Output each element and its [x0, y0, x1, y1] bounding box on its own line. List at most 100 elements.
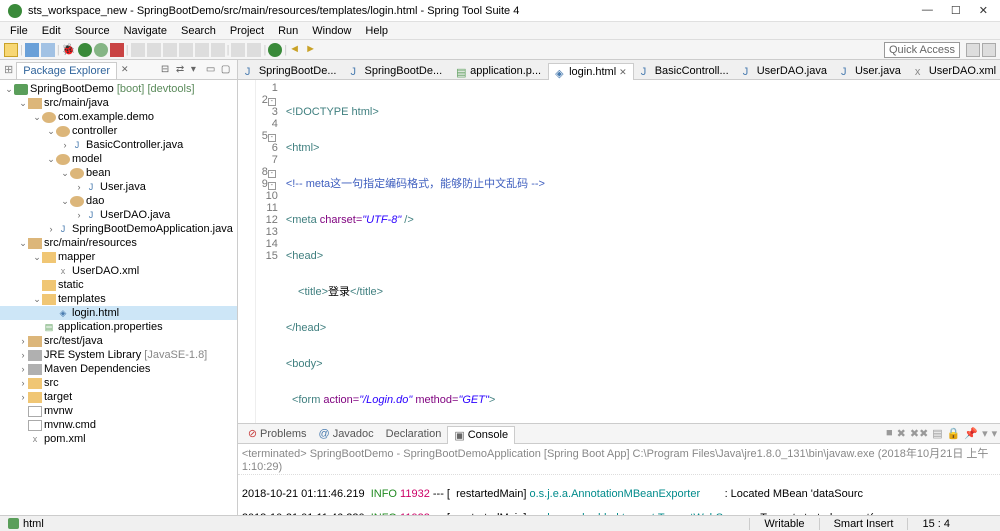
tab-declaration[interactable]: Declaration	[380, 426, 448, 442]
tab-console[interactable]: ▣Console	[447, 426, 515, 444]
editor-tab[interactable]: JUserDAO.java	[736, 62, 834, 79]
toolbar-generic-icon[interactable]	[211, 43, 225, 57]
tree-item-label[interactable]: mvnw.cmd	[44, 419, 96, 431]
project-tree[interactable]: ⌄ SpringBootDemo [boot] [devtools] ⌄ src…	[0, 80, 237, 515]
run-last-icon[interactable]	[94, 43, 108, 57]
caret-icon[interactable]: ›	[60, 140, 70, 150]
editor-tab[interactable]: JBasicControll...	[634, 62, 736, 79]
caret-icon[interactable]: ⌄	[18, 238, 28, 249]
perspective-button[interactable]	[982, 43, 996, 57]
tree-item-label[interactable]: mapper	[58, 251, 95, 263]
new-icon[interactable]	[4, 43, 18, 57]
tree-item-label[interactable]: src/main/resources	[44, 237, 137, 249]
remove-all-icon[interactable]: ✖✖	[910, 427, 928, 440]
tree-item-label[interactable]: JRE System Library [JavaSE-1.8]	[44, 349, 207, 361]
menu-file[interactable]: File	[4, 24, 34, 38]
remove-launch-icon[interactable]: ✖	[897, 427, 906, 440]
editor-tab[interactable]: ▤application.p...	[449, 62, 548, 79]
toolbar-generic-icon[interactable]	[147, 43, 161, 57]
toolbar-generic-icon[interactable]	[163, 43, 177, 57]
editor-tab[interactable]: JUser.java	[834, 62, 908, 79]
console-output[interactable]: 2018-10-21 01:11:46.219 INFO 11932 --- […	[238, 475, 1000, 515]
editor-tab[interactable]: xUserDAO.xml	[908, 62, 1000, 79]
minimize-view-icon[interactable]: ▭	[206, 64, 218, 76]
code-area[interactable]: <!DOCTYPE html> <html> <!-- meta这一句指定编码格…	[282, 80, 1000, 423]
tab-javadoc[interactable]: @Javadoc	[313, 426, 380, 442]
perspective-button[interactable]	[966, 43, 980, 57]
close-button[interactable]: ✕	[979, 4, 988, 17]
menu-navigate[interactable]: Navigate	[118, 24, 173, 38]
toolbar-generic-icon[interactable]	[195, 43, 209, 57]
toolbar-generic-icon[interactable]	[247, 43, 261, 57]
toolbar-generic-icon[interactable]	[231, 43, 245, 57]
tree-item-label[interactable]: src/test/java	[44, 335, 103, 347]
tree-item-label[interactable]: target	[44, 391, 72, 403]
caret-icon[interactable]: ›	[18, 364, 28, 374]
menu-run[interactable]: Run	[272, 24, 304, 38]
save-icon[interactable]	[25, 43, 39, 57]
save-all-icon[interactable]	[41, 43, 55, 57]
stop-icon[interactable]	[110, 43, 124, 57]
clear-console-icon[interactable]: ▤	[932, 427, 942, 440]
tree-item-label[interactable]: dao	[86, 195, 104, 207]
caret-icon[interactable]: ⌄	[32, 112, 42, 123]
relaunch-icon[interactable]	[268, 43, 282, 57]
tree-item-label[interactable]: SpringBootDemoApplication.java	[72, 223, 233, 235]
caret-icon[interactable]: ›	[46, 224, 56, 234]
tree-item-label[interactable]: controller	[72, 125, 117, 137]
maximize-button[interactable]: ☐	[951, 4, 961, 17]
caret-icon[interactable]: ⌄	[32, 294, 42, 305]
editor-tab-active[interactable]: ◈login.html✕	[548, 63, 634, 80]
display-selected-icon[interactable]: ▾	[982, 427, 988, 440]
debug-icon[interactable]: 🐞	[62, 43, 76, 57]
caret-icon[interactable]: ›	[18, 336, 28, 346]
tree-item-label[interactable]: UserDAO.java	[100, 209, 170, 221]
tree-item-label[interactable]: static	[58, 279, 84, 291]
menu-window[interactable]: Window	[306, 24, 357, 38]
scroll-lock-icon[interactable]: 🔒	[947, 427, 961, 440]
package-explorer-tab[interactable]: Package Explorer	[16, 62, 117, 79]
maximize-view-icon[interactable]: ▢	[221, 64, 233, 76]
link-editor-icon[interactable]: ⇄	[176, 64, 188, 76]
tree-root[interactable]: SpringBootDemo [boot] [devtools]	[30, 83, 195, 95]
open-console-icon[interactable]: ▾	[992, 427, 998, 440]
toolbar-generic-icon[interactable]	[179, 43, 193, 57]
tree-item-label[interactable]: com.example.demo	[58, 111, 154, 123]
editor-tab[interactable]: JSpringBootDe...	[343, 62, 449, 79]
tree-item-label[interactable]: User.java	[100, 181, 146, 193]
tree-item-label[interactable]: application.properties	[58, 321, 163, 333]
tree-item-label[interactable]: bean	[86, 167, 110, 179]
caret-icon[interactable]: ›	[18, 378, 28, 388]
back-icon[interactable]: ◄	[289, 43, 303, 57]
tree-item-label[interactable]: Maven Dependencies	[44, 363, 150, 375]
forward-icon[interactable]: ►	[305, 43, 319, 57]
tab-problems[interactable]: ⊘Problems	[242, 425, 313, 442]
close-tab-icon[interactable]: ✕	[619, 67, 627, 78]
view-menu-icon[interactable]: ▾	[191, 64, 203, 76]
menu-source[interactable]: Source	[69, 24, 116, 38]
caret-icon[interactable]: ⌄	[46, 154, 56, 165]
minimize-button[interactable]: —	[922, 4, 933, 17]
menu-project[interactable]: Project	[224, 24, 270, 38]
caret-icon[interactable]: ›	[74, 210, 84, 220]
tree-item-label[interactable]: pom.xml	[44, 433, 86, 445]
caret-icon[interactable]: ›	[18, 350, 28, 360]
tree-item-label[interactable]: src/main/java	[44, 97, 109, 109]
tree-item-label[interactable]: model	[72, 153, 102, 165]
caret-icon[interactable]: ⌄	[18, 98, 28, 109]
caret-icon[interactable]: ⌄	[32, 252, 42, 263]
editor-tab[interactable]: JSpringBootDe...	[238, 62, 344, 79]
toolbar-generic-icon[interactable]	[131, 43, 145, 57]
menu-help[interactable]: Help	[359, 24, 394, 38]
caret-icon[interactable]: ⌄	[60, 168, 70, 179]
menu-edit[interactable]: Edit	[36, 24, 67, 38]
tree-item-label[interactable]: login.html	[72, 307, 119, 319]
quick-access-input[interactable]: Quick Access	[884, 42, 960, 58]
collapse-all-icon[interactable]: ⊟	[161, 64, 173, 76]
tree-item-label[interactable]: BasicController.java	[86, 139, 183, 151]
tree-item-label[interactable]: src	[44, 377, 59, 389]
caret-icon[interactable]: ⌄	[4, 84, 14, 95]
code-editor[interactable]: 12-345-678-9-101112131415 <!DOCTYPE html…	[238, 80, 1000, 423]
tree-item-label[interactable]: UserDAO.xml	[72, 265, 139, 277]
tree-item-label[interactable]: mvnw	[44, 405, 73, 417]
